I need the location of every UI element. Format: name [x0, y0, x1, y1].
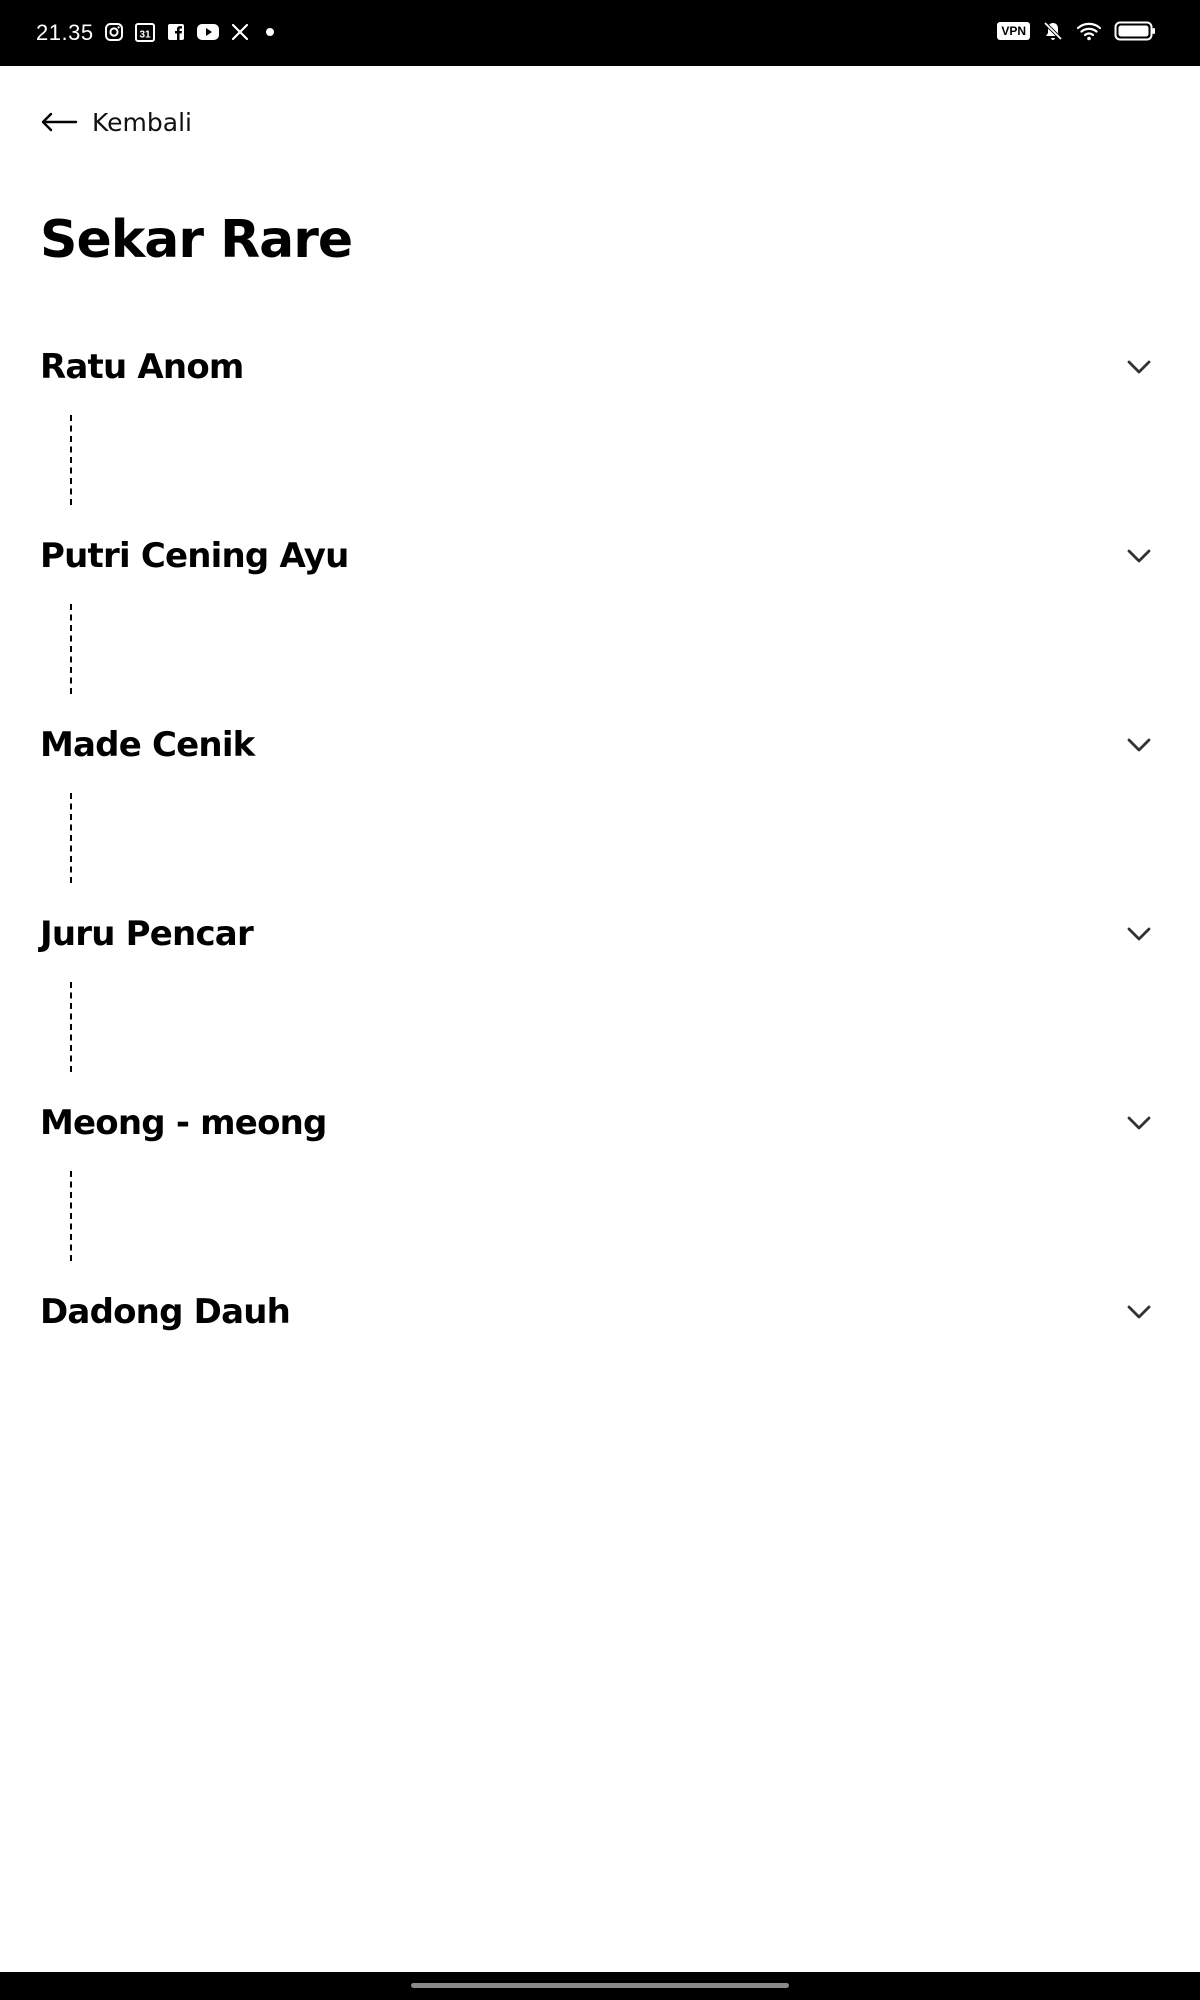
chevron-down-icon[interactable]: [1126, 358, 1152, 376]
song-title: Dadong Dauh: [40, 1292, 291, 1332]
song-header-dadong-dauh[interactable]: Dadong Dauh: [40, 1275, 1160, 1349]
dashed-connector: [70, 415, 72, 505]
song-title: Juru Pencar: [40, 914, 254, 954]
list-item: Putri Cening Ayu: [0, 519, 1200, 708]
song-title: Made Cenik: [40, 725, 255, 765]
vpn-badge: VPN: [997, 22, 1030, 40]
song-header-ratu-anom[interactable]: Ratu Anom: [40, 330, 1160, 404]
chevron-down-icon[interactable]: [1126, 736, 1152, 754]
battery-icon: [1114, 21, 1155, 41]
song-title: Ratu Anom: [40, 347, 244, 387]
dashed-connector: [70, 793, 72, 883]
song-header-putri-cening-ayu[interactable]: Putri Cening Ayu: [40, 519, 1160, 593]
page-title: Sekar Rare: [40, 210, 353, 270]
song-header-meong-meong[interactable]: Meong - meong: [40, 1086, 1160, 1160]
calendar-day: 31: [139, 30, 151, 41]
list-item: Ratu Anom: [0, 330, 1200, 519]
chevron-down-icon[interactable]: [1126, 925, 1152, 943]
youtube-icon: [197, 24, 219, 40]
status-bar: 21.35 31 VPN: [0, 0, 1200, 66]
list-item: Meong - meong: [0, 1086, 1200, 1275]
dashed-connector: [70, 604, 72, 694]
dashed-connector: [70, 982, 72, 1072]
instagram-icon: [105, 23, 123, 41]
arrow-left-icon: [41, 112, 78, 132]
navigation-bar: [0, 1972, 1200, 2000]
bell-muted-icon: [1043, 21, 1063, 41]
notification-icons: 31: [104, 21, 280, 43]
song-list: Ratu Anom Putri Cening Ayu Made Cenik Ju…: [0, 330, 1200, 1464]
song-title: Meong - meong: [40, 1103, 327, 1143]
calendar-icon: 31: [135, 23, 155, 42]
x-icon: [231, 23, 249, 41]
chevron-down-icon[interactable]: [1126, 1114, 1152, 1132]
dashed-connector: [70, 1171, 72, 1261]
back-button[interactable]: Kembali: [40, 104, 192, 140]
chevron-down-icon[interactable]: [1126, 547, 1152, 565]
song-title: Putri Cening Ayu: [40, 536, 349, 576]
home-gesture-handle[interactable]: [411, 1983, 789, 1988]
status-time: 21.35: [36, 20, 94, 45]
list-item: Made Cenik: [0, 708, 1200, 897]
chevron-down-icon[interactable]: [1126, 1303, 1152, 1321]
dot-icon: [266, 28, 274, 36]
list-item: Juru Pencar: [0, 897, 1200, 1086]
song-header-made-cenik[interactable]: Made Cenik: [40, 708, 1160, 782]
facebook-icon: [168, 24, 184, 40]
list-item: Dadong Dauh: [0, 1275, 1200, 1464]
system-icons: VPN: [997, 20, 1156, 42]
wifi-icon: [1076, 22, 1102, 41]
back-label: Kembali: [92, 107, 192, 137]
song-header-juru-pencar[interactable]: Juru Pencar: [40, 897, 1160, 971]
